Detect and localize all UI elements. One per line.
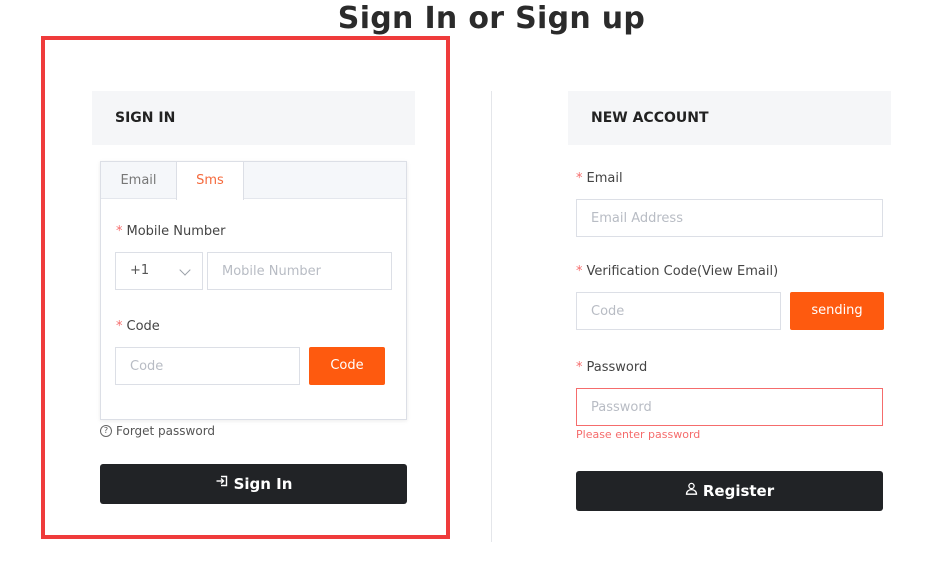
register-header-label: NEW ACCOUNT (591, 110, 709, 126)
signin-header-label: SIGN IN (115, 110, 176, 126)
tab-email[interactable]: Email (101, 162, 176, 199)
signin-button-label: Sign In (233, 475, 293, 493)
required-mark: * (116, 224, 123, 239)
required-mark: * (576, 264, 583, 279)
tab-sms[interactable]: Sms (176, 162, 244, 200)
register-button-label: Register (702, 482, 775, 500)
signin-button[interactable]: Sign In (100, 464, 407, 504)
forget-password-link[interactable]: ? Forget password (100, 424, 215, 438)
user-icon (685, 470, 698, 510)
code-input[interactable] (115, 347, 300, 385)
password-label: * Password (576, 360, 648, 375)
required-mark: * (576, 171, 583, 186)
login-icon (215, 463, 229, 503)
send-verification-button[interactable]: sending (790, 292, 884, 330)
verification-code-input[interactable] (576, 292, 781, 330)
country-code-select[interactable]: +1 (115, 252, 203, 290)
question-circle-icon: ? (100, 424, 112, 437)
register-header: NEW ACCOUNT (568, 91, 891, 145)
tab-bar: Email Sms (101, 162, 406, 200)
mobile-number-input[interactable] (207, 252, 392, 290)
email-label: * Email (576, 171, 623, 186)
password-input[interactable] (576, 388, 883, 426)
send-code-button[interactable]: Code (309, 347, 385, 385)
chevron-down-icon (179, 264, 191, 276)
code-label: * Code (116, 319, 160, 334)
forget-password-label: Forget password (116, 424, 216, 438)
send-code-button-label: Code (330, 358, 364, 373)
required-mark: * (116, 319, 123, 334)
page-title: Sign In or Sign up (337, 1, 646, 36)
panel-divider (491, 91, 492, 542)
email-input[interactable] (576, 199, 883, 237)
verification-code-label: * Verification Code(View Email) (576, 264, 779, 279)
country-code-value: +1 (130, 263, 150, 278)
password-error-message: Please enter password (576, 428, 701, 441)
send-verification-button-label: sending (811, 303, 863, 318)
register-button[interactable]: Register (576, 471, 883, 511)
mobile-number-label: * Mobile Number (116, 224, 226, 239)
required-mark: * (576, 360, 583, 375)
signin-header: SIGN IN (92, 91, 415, 145)
